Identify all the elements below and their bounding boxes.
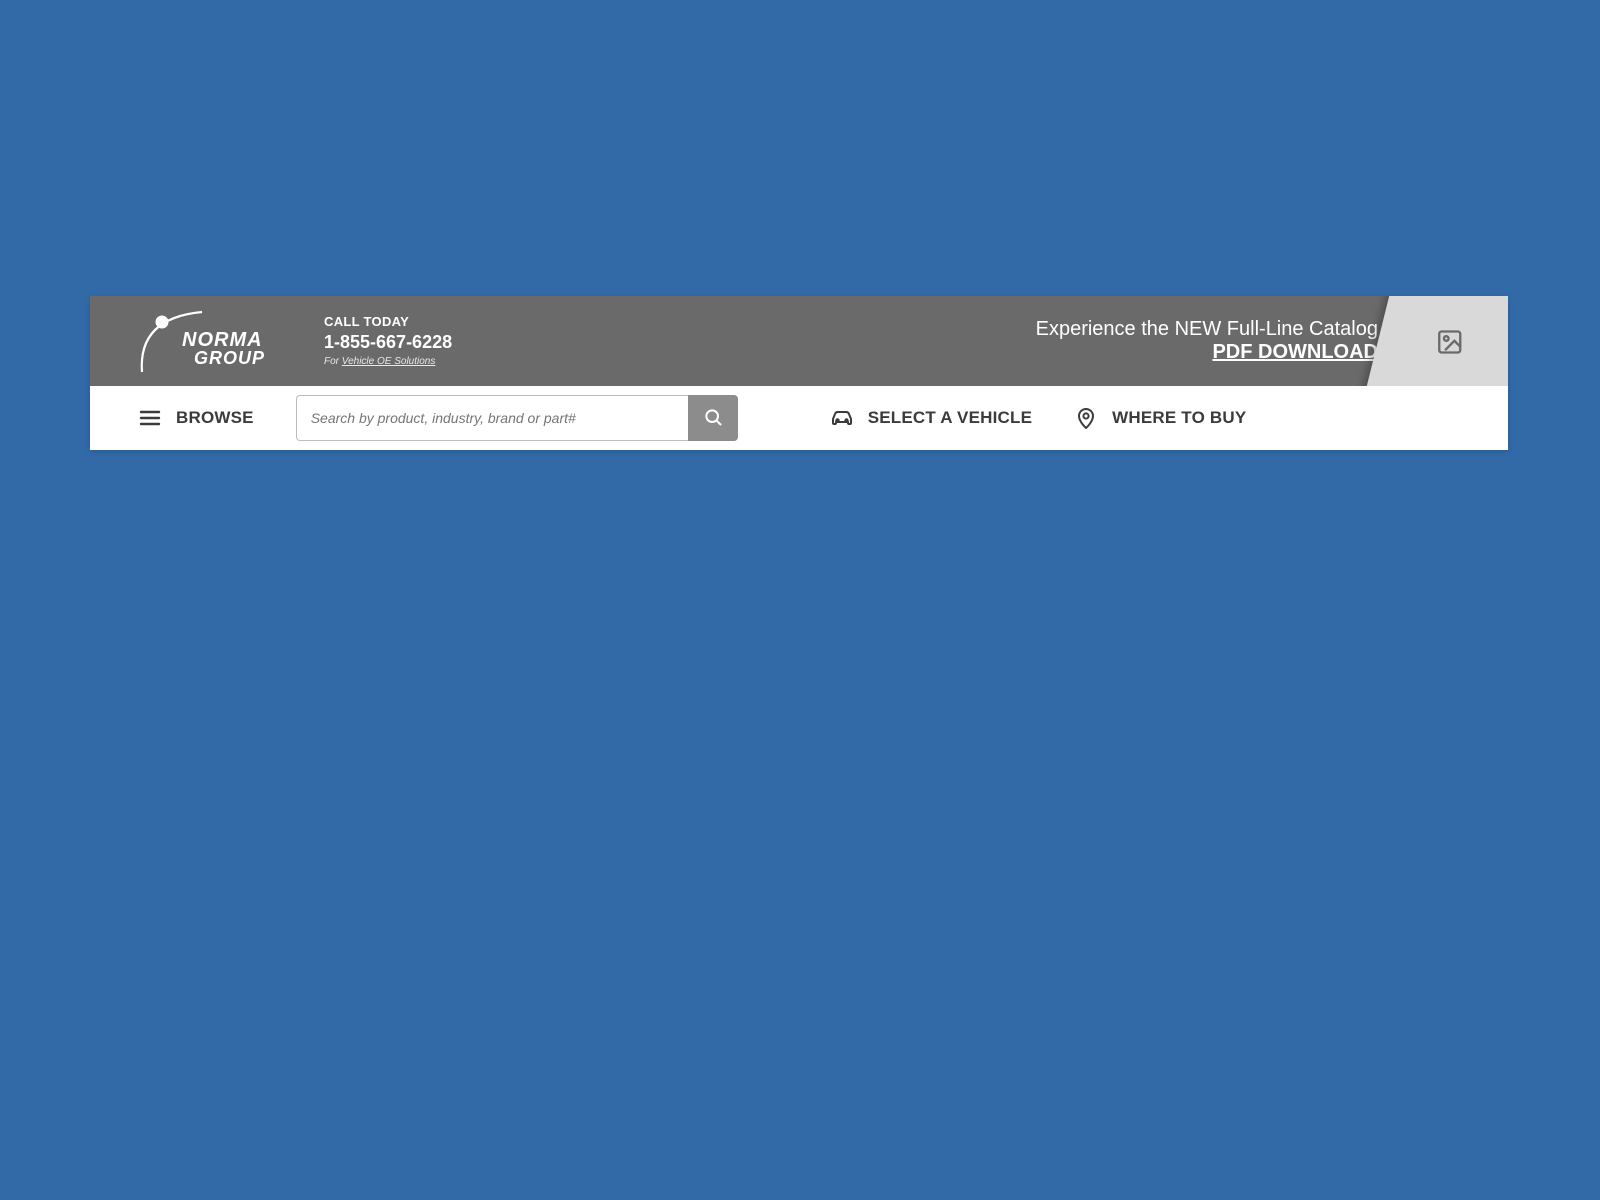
- where-to-buy-label: WHERE TO BUY: [1112, 408, 1246, 428]
- search-form: [296, 395, 738, 441]
- map-pin-icon: [1074, 406, 1098, 430]
- call-label: CALL TODAY: [324, 315, 452, 330]
- catalog-promo-text: Experience the NEW Full-Line Catalog: [1036, 318, 1378, 341]
- call-subtext: For Vehicle OE Solutions: [324, 356, 452, 368]
- call-phone-number[interactable]: 1-855-667-6228: [324, 332, 452, 353]
- hamburger-icon: [138, 406, 162, 430]
- select-vehicle-label: SELECT A VEHICLE: [868, 408, 1032, 428]
- brand-logo[interactable]: NORMA GROUP: [130, 306, 280, 376]
- pdf-download-link[interactable]: PDF DOWNLOAD: [1036, 341, 1378, 364]
- catalog-thumbnail-panel[interactable]: [1365, 296, 1508, 386]
- topbar: NORMA GROUP CALL TODAY 1-855-667-6228 Fo…: [90, 296, 1508, 386]
- select-vehicle-button[interactable]: SELECT A VEHICLE: [830, 406, 1032, 430]
- browse-menu[interactable]: BROWSE: [138, 406, 254, 430]
- search-icon: [703, 407, 723, 430]
- where-to-buy-button[interactable]: WHERE TO BUY: [1074, 406, 1246, 430]
- svg-text:GROUP: GROUP: [194, 348, 265, 368]
- car-icon: [830, 406, 854, 430]
- image-placeholder-icon: [1436, 328, 1464, 356]
- vehicle-oe-solutions-link[interactable]: Vehicle OE Solutions: [342, 356, 436, 367]
- navbar: BROWSE SELECT: [90, 386, 1508, 450]
- call-today-block: CALL TODAY 1-855-667-6228 For Vehicle OE…: [324, 315, 452, 367]
- search-button[interactable]: [688, 395, 738, 441]
- search-input[interactable]: [296, 395, 688, 441]
- browse-label: BROWSE: [176, 408, 254, 428]
- site-header: NORMA GROUP CALL TODAY 1-855-667-6228 Fo…: [90, 296, 1508, 450]
